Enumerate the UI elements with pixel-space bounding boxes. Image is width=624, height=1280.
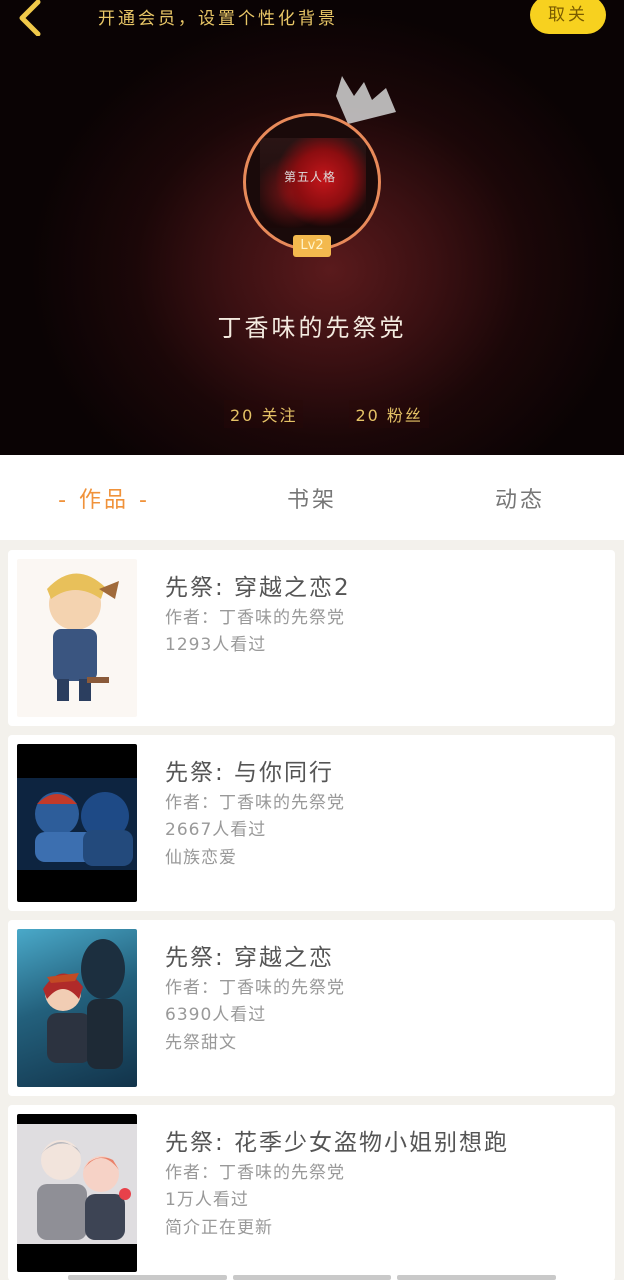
work-tag: 仙族恋爱 (165, 848, 237, 868)
work-author: 作者：丁香味的先祭党 (165, 793, 345, 813)
work-title: 先祭: 花季少女盗物小姐别想跑 (165, 1130, 510, 1156)
chevron-left-icon (19, 0, 41, 37)
vip-background-tip[interactable]: 开通会员，设置个性化背景 (98, 4, 338, 29)
work-title: 先祭: 穿越之恋2 (165, 575, 351, 601)
followers-count[interactable]: 20 粉丝 (349, 400, 429, 428)
avatar[interactable]: 第五人格 (243, 113, 381, 251)
work-author: 作者：丁香味的先祭党 (165, 608, 345, 628)
bottom-indicator-segment (68, 1275, 227, 1280)
work-card[interactable]: 先祭: 穿越之恋 作者：丁香味的先祭党 6390人看过 先祭甜文 (8, 920, 615, 1096)
follow-stats: 20 关注 20 粉丝 (224, 400, 429, 428)
work-card[interactable]: 先祭: 与你同行 作者：丁香味的先祭党 2667人看过 仙族恋爱 (8, 735, 615, 911)
avatar-image: 第五人格 (260, 138, 366, 228)
work-views: 2667人看过 (165, 820, 267, 840)
bottom-indicator-segment (232, 1275, 392, 1280)
work-title: 先祭: 穿越之恋 (165, 945, 335, 971)
work-author: 作者：丁香味的先祭党 (165, 978, 345, 998)
work-author: 作者：丁香味的先祭党 (165, 1163, 345, 1183)
work-cover (17, 744, 137, 902)
work-card[interactable]: 先祭: 穿越之恋2 作者：丁香味的先祭党 1293人看过 (8, 550, 615, 726)
level-badge: Lv2 (293, 235, 331, 257)
work-cover (17, 1114, 137, 1272)
username: 丁香味的先祭党 (217, 314, 407, 342)
following-count[interactable]: 20 关注 (224, 400, 304, 428)
unfollow-button[interactable]: 取关 (530, 0, 606, 34)
tab-bookshelf[interactable]: 书架 (208, 482, 416, 514)
work-views: 6390人看过 (165, 1005, 267, 1025)
work-tag: 先祭甜文 (165, 1033, 237, 1053)
work-views: 1293人看过 (165, 635, 267, 655)
work-title: 先祭: 与你同行 (165, 760, 335, 786)
work-cover (17, 929, 137, 1087)
tab-works[interactable]: - 作品 - (0, 482, 208, 514)
back-button[interactable] (14, 0, 50, 37)
bottom-indicator-segment (397, 1275, 557, 1280)
work-tag: 简介正在更新 (165, 1218, 273, 1238)
avatar-caption: 第五人格 (284, 170, 337, 184)
work-card[interactable]: 先祭: 花季少女盗物小姐别想跑 作者：丁香味的先祭党 1万人看过 简介正在更新 (8, 1105, 615, 1280)
profile-header: 开通会员，设置个性化背景 取关 第五人格 Lv2 丁香味的先祭党 20 关注 2… (0, 0, 624, 455)
bottom-indicator (68, 1275, 557, 1280)
crown-icon (336, 76, 396, 124)
work-cover (17, 559, 137, 717)
work-views: 1万人看过 (165, 1190, 249, 1210)
tab-activity[interactable]: 动态 (416, 482, 624, 514)
profile-tabs: - 作品 - 书架 动态 (0, 455, 624, 540)
